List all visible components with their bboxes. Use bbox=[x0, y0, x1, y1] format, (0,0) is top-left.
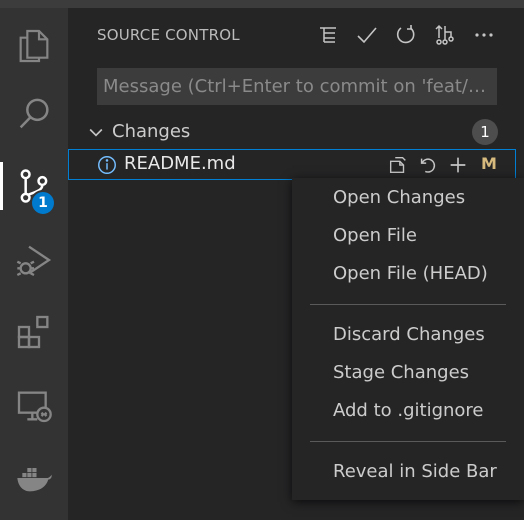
panel-actions bbox=[308, 20, 503, 50]
files-icon bbox=[19, 29, 49, 63]
changes-label: Changes bbox=[112, 121, 191, 142]
activity-bar: 1 bbox=[0, 8, 68, 520]
discard-changes-button[interactable] bbox=[415, 152, 441, 178]
changed-file-row[interactable]: README.md M bbox=[68, 149, 516, 180]
more-actions-icon bbox=[474, 33, 493, 37]
menu-item-open-file[interactable]: Open File bbox=[292, 217, 524, 255]
open-file-button[interactable] bbox=[385, 152, 411, 178]
menu-item-stage-changes[interactable]: Stage Changes bbox=[292, 354, 524, 392]
remote-explorer-icon bbox=[17, 391, 52, 423]
commit-message-input[interactable] bbox=[97, 68, 497, 105]
plus-icon bbox=[450, 157, 466, 173]
open-file-icon bbox=[389, 156, 406, 174]
run-debug-icon bbox=[16, 245, 52, 277]
file-row-actions bbox=[385, 152, 471, 178]
source-control-badge: 1 bbox=[30, 190, 56, 216]
search-icon bbox=[19, 98, 49, 129]
commit-button[interactable] bbox=[347, 20, 386, 50]
activity-run-debug[interactable] bbox=[0, 230, 68, 290]
menu-separator bbox=[310, 441, 506, 442]
panel-title: SOURCE CONTROL bbox=[97, 26, 240, 44]
file-name: README.md bbox=[124, 153, 236, 174]
commit-check-icon bbox=[356, 27, 377, 44]
extensions-icon bbox=[17, 315, 49, 349]
activity-extensions[interactable] bbox=[0, 302, 68, 362]
menu-separator bbox=[310, 304, 506, 305]
info-icon bbox=[98, 156, 116, 174]
activity-search[interactable] bbox=[0, 84, 68, 144]
menu-item-discard-changes[interactable]: Discard Changes bbox=[292, 316, 524, 354]
changes-group-header[interactable]: Changes 1 bbox=[68, 118, 524, 146]
docker-icon bbox=[17, 468, 52, 492]
view-as-tree-icon bbox=[319, 27, 336, 43]
activity-docker[interactable] bbox=[0, 448, 68, 508]
more-actions-button[interactable] bbox=[464, 20, 503, 50]
refresh-button[interactable] bbox=[386, 20, 425, 50]
discard-icon bbox=[420, 158, 436, 173]
menu-item-open-file-head[interactable]: Open File (HEAD) bbox=[292, 255, 524, 293]
stage-changes-button[interactable] bbox=[445, 152, 471, 178]
menu-item-open-changes[interactable]: Open Changes bbox=[292, 179, 524, 217]
context-menu: Open Changes Open File Open File (HEAD) … bbox=[292, 178, 524, 500]
pull-push-icon bbox=[434, 24, 454, 45]
activity-remote-explorer[interactable] bbox=[0, 376, 68, 436]
menu-item-add-to-gitignore[interactable]: Add to .gitignore bbox=[292, 392, 524, 430]
activity-explorer[interactable] bbox=[0, 16, 68, 76]
changes-count-badge: 1 bbox=[472, 119, 498, 145]
refresh-icon bbox=[396, 25, 414, 44]
modified-status: M bbox=[481, 154, 497, 173]
view-as-tree-button[interactable] bbox=[308, 20, 347, 50]
chevron-down-icon bbox=[89, 128, 103, 137]
pull-push-button[interactable] bbox=[425, 20, 464, 50]
title-bar bbox=[0, 0, 524, 8]
menu-item-reveal-in-side-bar[interactable]: Reveal in Side Bar bbox=[292, 453, 524, 491]
